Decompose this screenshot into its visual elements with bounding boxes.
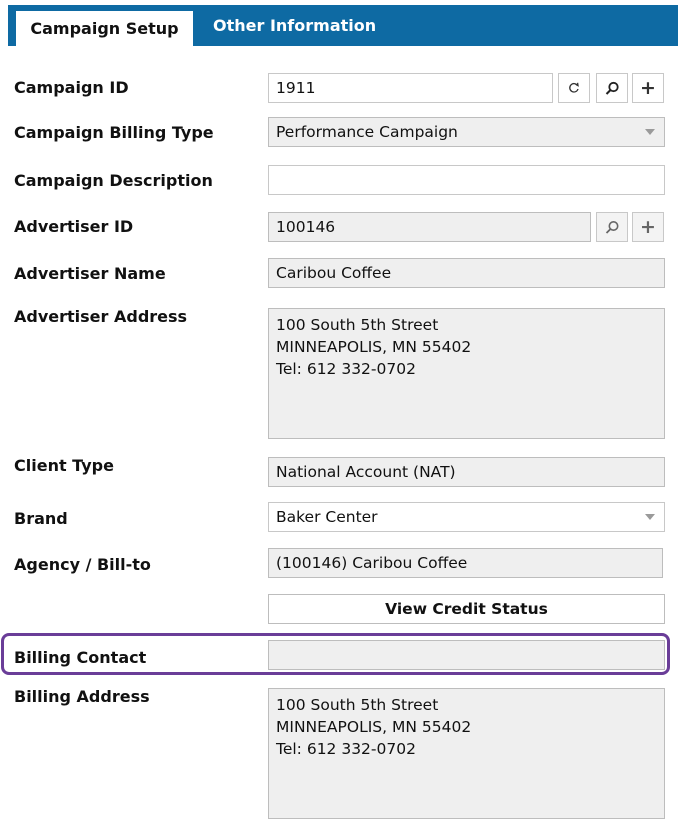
agency-bill-to-input[interactable]: (100146) Caribou Coffee <box>268 548 663 578</box>
advertiser-id-label: Advertiser ID <box>14 217 134 236</box>
billing-contact-input[interactable] <box>268 640 665 670</box>
refresh-button[interactable] <box>558 73 590 103</box>
view-credit-status-button[interactable]: View Credit Status <box>268 594 665 624</box>
tab-other-information[interactable]: Other Information <box>213 5 376 46</box>
campaign-id-input[interactable]: 1911 <box>268 73 553 103</box>
advertiser-search-button[interactable] <box>596 212 628 242</box>
billing-type-value: Performance Campaign <box>276 123 458 141</box>
chevron-down-icon <box>645 129 655 135</box>
client-type-input[interactable]: National Account (NAT) <box>268 457 665 487</box>
agency-bill-to-label: Agency / Bill-to <box>14 555 151 574</box>
brand-value: Baker Center <box>276 508 378 526</box>
tab-bar: Campaign Setup Other Information <box>8 5 678 46</box>
billing-address-textarea[interactable]: 100 South 5th Street MINNEAPOLIS, MN 554… <box>268 688 665 819</box>
campaign-description-label: Campaign Description <box>14 171 213 190</box>
chevron-down-icon <box>645 514 655 520</box>
billing-type-select[interactable]: Performance Campaign <box>268 117 665 147</box>
campaign-add-button[interactable]: + <box>632 73 664 103</box>
brand-label: Brand <box>14 509 68 528</box>
search-icon <box>605 220 618 234</box>
plus-icon: + <box>640 215 656 238</box>
refresh-icon <box>569 82 579 93</box>
billing-contact-label: Billing Contact <box>14 648 147 667</box>
client-type-label: Client Type <box>14 456 114 475</box>
campaign-id-label: Campaign ID <box>14 78 129 97</box>
advertiser-address-textarea[interactable]: 100 South 5th Street MINNEAPOLIS, MN 554… <box>268 308 665 439</box>
billing-type-label: Campaign Billing Type <box>14 123 214 142</box>
campaign-description-input[interactable] <box>268 165 665 195</box>
advertiser-add-button[interactable]: + <box>632 212 664 242</box>
brand-select[interactable]: Baker Center <box>268 502 665 532</box>
plus-icon: + <box>640 76 656 99</box>
search-icon <box>605 81 619 95</box>
tab-campaign-setup[interactable]: Campaign Setup <box>16 11 193 46</box>
billing-address-label: Billing Address <box>14 687 150 706</box>
advertiser-name-input[interactable]: Caribou Coffee <box>268 258 665 288</box>
advertiser-name-label: Advertiser Name <box>14 264 166 283</box>
advertiser-id-input[interactable]: 100146 <box>268 212 591 242</box>
advertiser-address-label: Advertiser Address <box>14 307 188 326</box>
campaign-search-button[interactable] <box>596 73 628 103</box>
